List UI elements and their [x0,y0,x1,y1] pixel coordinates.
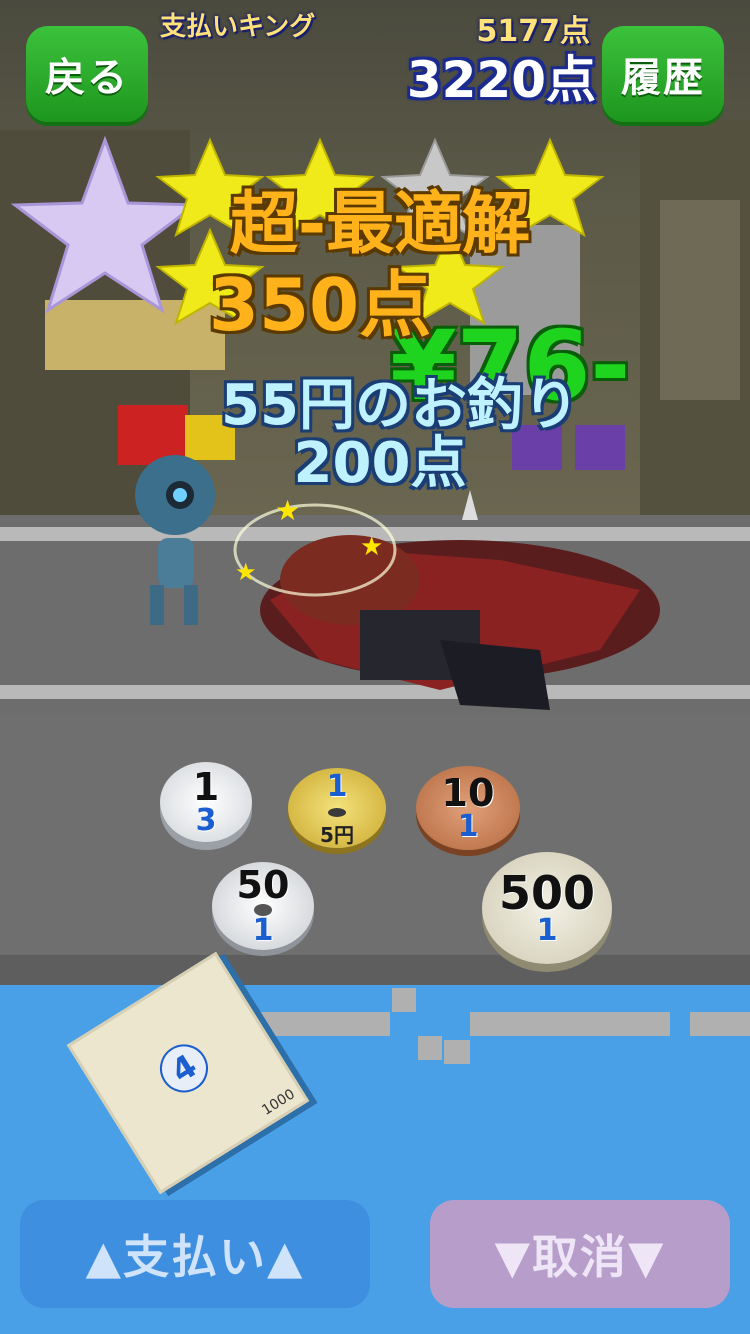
coin-10yen-count: 1 [457,809,479,844]
pixel-tile [470,1012,670,1036]
coin-50yen-face: 50 [236,863,290,907]
back-button[interactable]: 戻る [26,26,148,122]
player-title: 支払いキング [160,12,316,42]
dizzy-stars: ★ ★ ★ [233,494,397,597]
banknote-count: 4 [150,1035,218,1102]
coin-10yen-face: 10 [441,771,495,815]
coin-5yen[interactable]: 1 5円 [288,768,386,848]
pixel-tile [444,1040,470,1064]
current-score: 3220点 [406,51,596,109]
rank-points: 350点 [208,263,432,347]
cancel-button[interactable]: ▼取消▼ [430,1200,730,1308]
pixel-tile [392,988,416,1012]
coin-1yen[interactable]: 1 3 [160,762,252,842]
coin-tray [0,715,750,985]
history-button[interactable]: 履歴 [602,26,724,122]
coin-50yen-count: 1 [252,913,274,948]
tray-edge [0,955,750,985]
coin-500yen-count: 1 [536,913,558,948]
svg-text:★: ★ [360,532,383,562]
pay-button[interactable]: ▲支払い▲ [20,1200,370,1308]
pixel-tile [690,1012,750,1036]
coin-1yen-count: 3 [195,803,217,838]
svg-text:★: ★ [235,558,257,586]
coin-1yen-face: 1 [192,765,220,809]
change-points: 200点 [293,431,467,496]
coin-10yen[interactable]: 10 1 [416,766,520,850]
coin-5yen-hole [328,808,346,817]
coin-500yen-face: 500 [498,866,596,920]
pixel-tile [418,1036,442,1060]
coin-50yen[interactable]: 50 1 [212,862,314,950]
coin-5yen-label: 5円 [320,823,354,847]
coin-5yen-count: 1 [326,769,348,804]
coin-500yen[interactable]: 500 1 [482,852,612,964]
robot-character [135,455,215,625]
building-right-window [660,200,740,400]
